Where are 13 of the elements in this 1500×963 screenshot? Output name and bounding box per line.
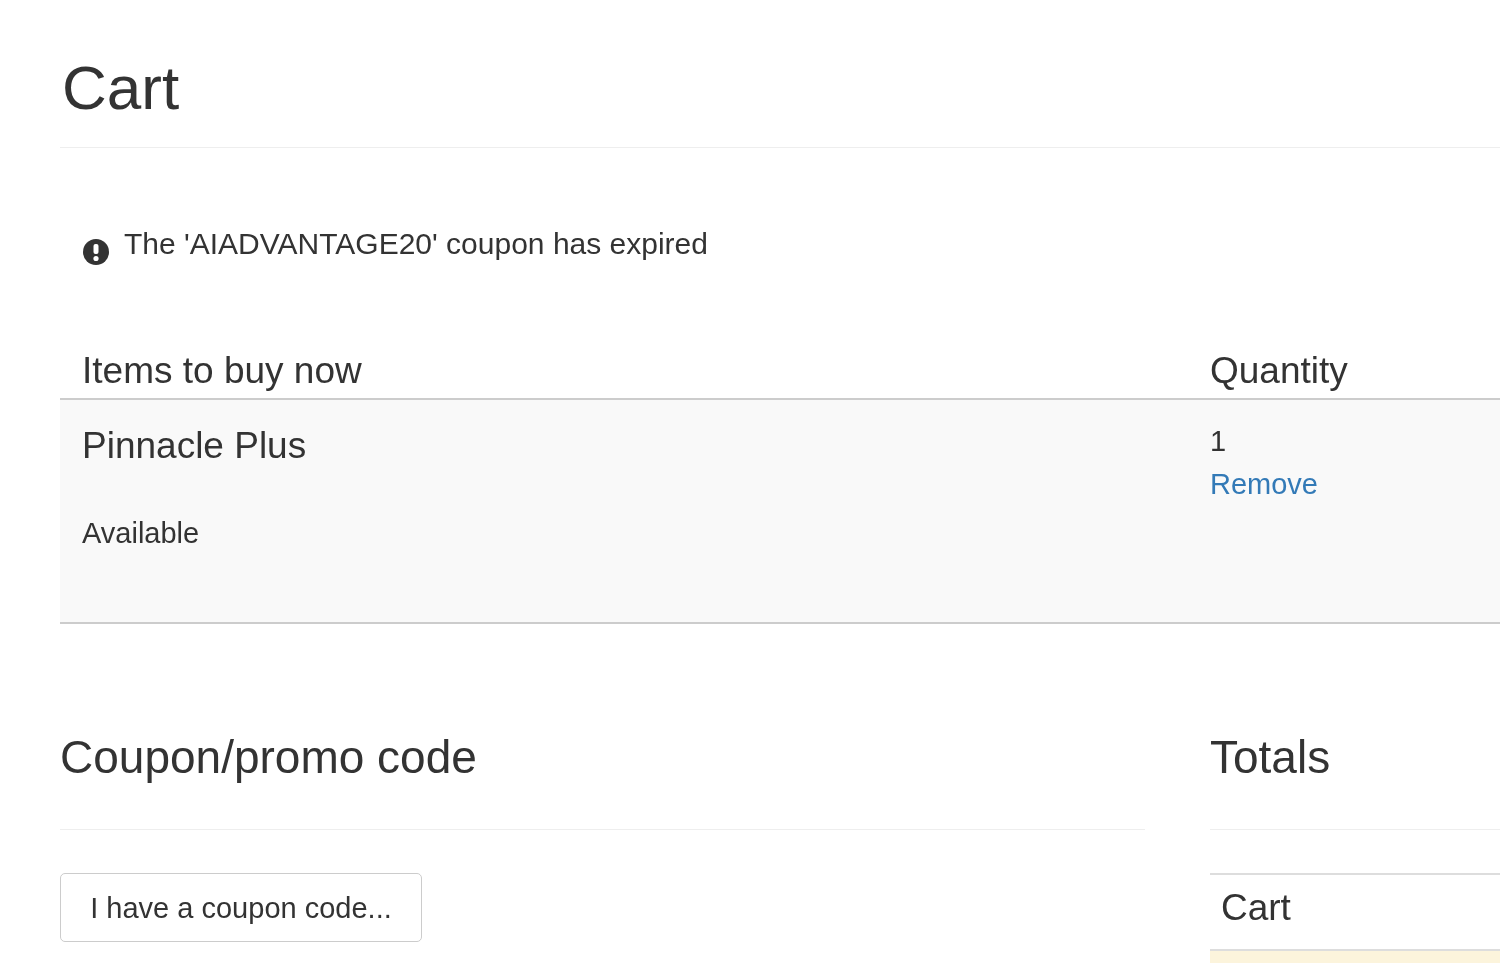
page-title: Cart <box>61 54 180 122</box>
column-header: Items to buy now <box>82 349 362 393</box>
remove-link[interactable]: Remove <box>1210 466 1318 502</box>
product-name: Pinnacle Plus <box>82 424 307 468</box>
coupon-button[interactable]: I have a coupon code... <box>60 873 422 942</box>
alert-message: The 'AIADVANTAGE20' coupon has expired <box>124 226 708 262</box>
availability-status: Available <box>82 516 200 551</box>
column-header: Quantity <box>1210 349 1348 393</box>
exclamation-icon <box>83 239 109 265</box>
quantity-value: 1 <box>1210 424 1227 459</box>
section-heading: Totals <box>1210 731 1331 783</box>
section-heading: Coupon/promo code <box>60 731 477 783</box>
totals-label: Cart <box>1221 886 1291 930</box>
